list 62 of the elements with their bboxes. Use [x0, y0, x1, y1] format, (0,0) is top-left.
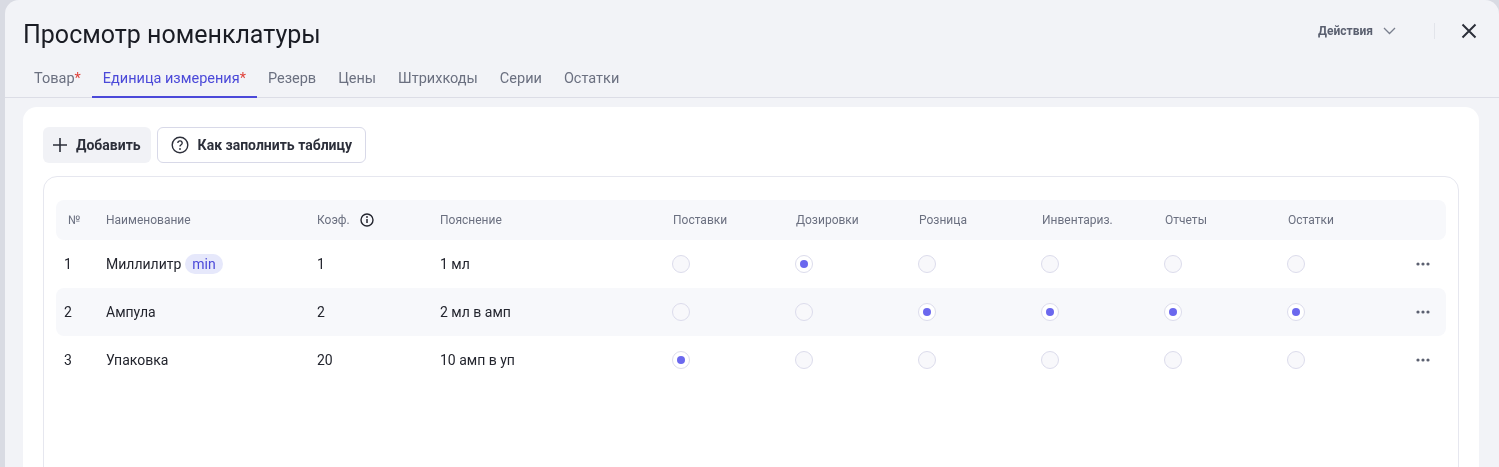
help-button[interactable]: Как заполнить таблицу: [156, 127, 367, 163]
tab[interactable]: Резерв: [256, 65, 328, 98]
column-header: Розница: [919, 213, 967, 227]
column-header: Наименование: [106, 213, 191, 227]
add-button[interactable]: Добавить: [43, 127, 151, 163]
help-icon: [170, 136, 189, 154]
column-header: Дозировки: [796, 213, 859, 227]
radio-button[interactable]: [1287, 351, 1305, 369]
column-header: Поставки: [673, 213, 728, 227]
table-cell: 3: [64, 352, 72, 368]
radio-button[interactable]: [1164, 303, 1182, 321]
required-mark: *: [74, 70, 81, 87]
table-cell: 2 мл в амп: [440, 304, 511, 320]
radio-button[interactable]: [1041, 303, 1059, 321]
radio-button[interactable]: [795, 351, 813, 369]
tab[interactable]: Цены: [327, 65, 388, 98]
plus-icon: [53, 138, 67, 152]
radio-button[interactable]: [672, 303, 690, 321]
column-header: №: [68, 213, 81, 227]
actions-dropdown[interactable]: Действия: [1318, 24, 1396, 38]
radio-button[interactable]: [795, 303, 813, 321]
column-header: Коэф.: [317, 213, 350, 227]
column-header: Пояснение: [440, 213, 502, 227]
tab[interactable]: Остатки: [552, 65, 631, 98]
radio-button[interactable]: [918, 303, 936, 321]
table-cell: 2: [317, 304, 325, 320]
radio-button[interactable]: [1164, 255, 1182, 273]
table-cell: 2: [64, 304, 72, 320]
radio-button[interactable]: [918, 255, 936, 273]
tab[interactable]: Единица измерения*: [91, 65, 257, 98]
table-cell: 10 амп в уп: [440, 352, 515, 368]
radio-button[interactable]: [672, 255, 690, 273]
radio-button[interactable]: [795, 255, 813, 273]
table-cell: 20: [317, 352, 333, 368]
tab[interactable]: Серии: [488, 65, 553, 98]
table-cell: 1: [64, 256, 72, 272]
dialog-title: Просмотр номенклатуры: [23, 19, 322, 49]
column-header: Инвентариз.: [1042, 213, 1113, 227]
radio-button[interactable]: [1041, 351, 1059, 369]
chevron-down-icon: [1383, 27, 1396, 35]
table-cell: Миллилитр: [106, 256, 182, 272]
tab[interactable]: Штрихкоды: [387, 65, 489, 98]
radio-button[interactable]: [672, 351, 690, 369]
radio-button[interactable]: [918, 351, 936, 369]
more-icon[interactable]: [1416, 358, 1430, 362]
table-cell: Ампула: [106, 304, 156, 320]
radio-button[interactable]: [1287, 255, 1305, 273]
radio-button[interactable]: [1164, 351, 1182, 369]
table-cell: Упаковка: [106, 352, 169, 368]
close-icon[interactable]: [1461, 23, 1477, 39]
more-icon[interactable]: [1416, 310, 1430, 314]
more-icon[interactable]: [1416, 262, 1430, 266]
tab[interactable]: Товар*: [23, 65, 92, 98]
table-cell: 1 мл: [440, 256, 470, 272]
required-mark: *: [239, 70, 246, 87]
unit-tag: min: [185, 254, 223, 274]
radio-button[interactable]: [1041, 255, 1059, 273]
column-header: Отчеты: [1165, 213, 1207, 227]
radio-button[interactable]: [1287, 303, 1305, 321]
table-cell: 1: [317, 256, 325, 272]
column-header: Остатки: [1288, 213, 1334, 227]
info-icon[interactable]: [359, 213, 374, 227]
